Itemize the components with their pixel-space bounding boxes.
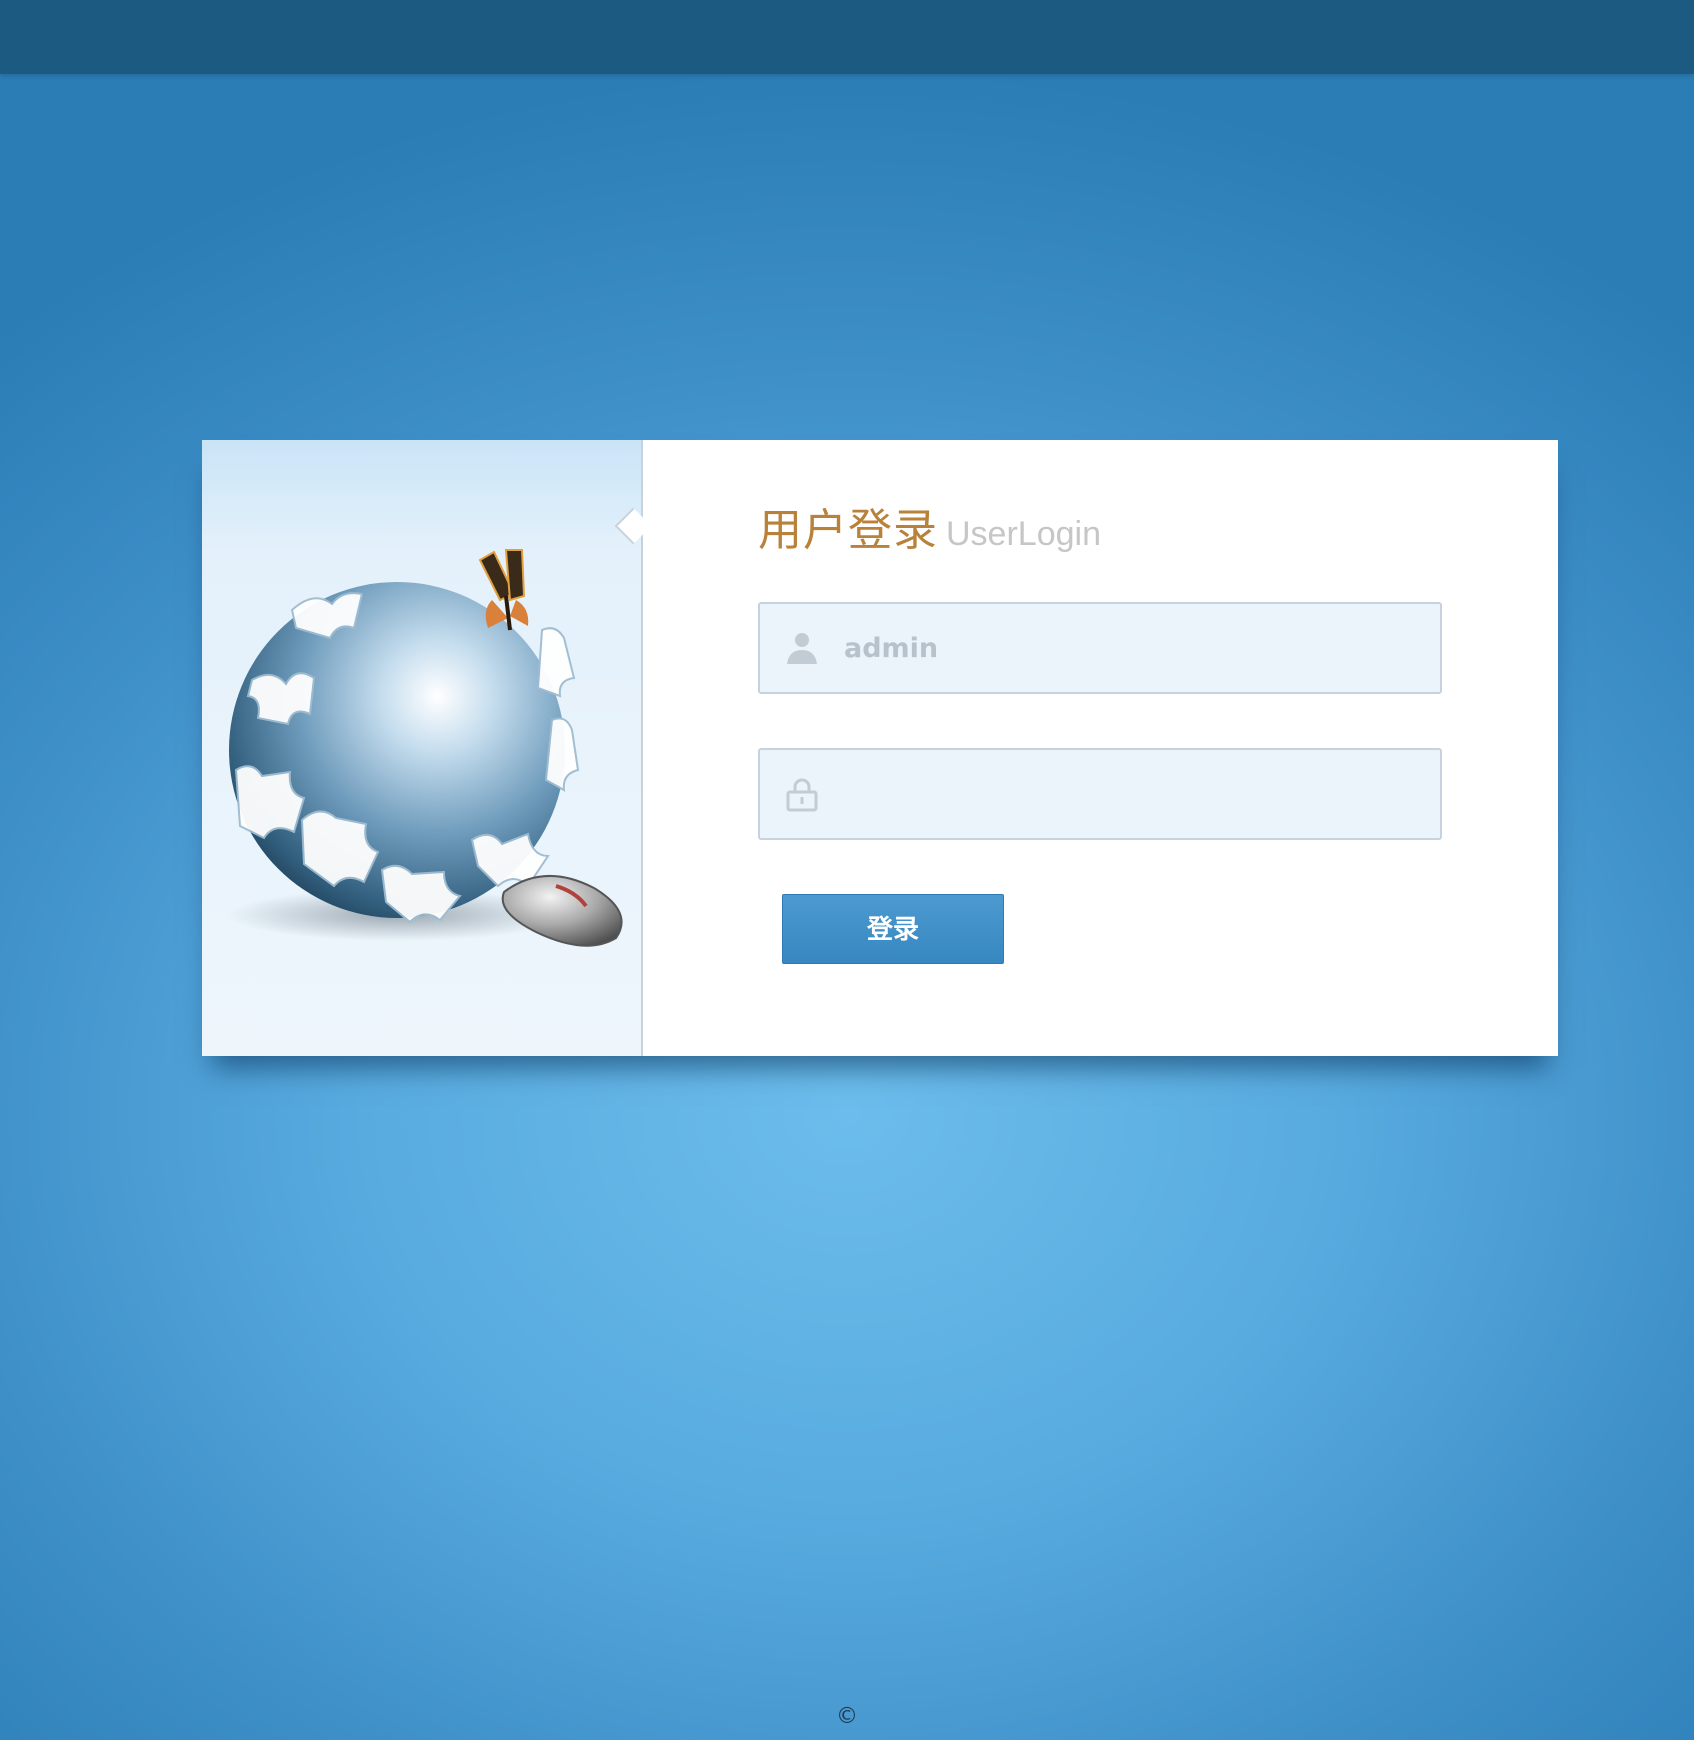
- password-input[interactable]: [844, 750, 1424, 838]
- copyright-text: ©: [836, 1704, 858, 1729]
- username-field[interactable]: [758, 602, 1442, 694]
- lock-icon: [786, 778, 818, 812]
- user-icon: [787, 633, 817, 664]
- password-field[interactable]: [758, 748, 1442, 840]
- illustration-panel: [202, 440, 643, 1056]
- puzzle-globe-icon: [227, 549, 623, 947]
- login-title-cn: 用户登录: [758, 505, 938, 556]
- login-title: 用户登录 UserLogin: [758, 494, 1101, 558]
- login-button[interactable]: 登录: [782, 894, 1004, 964]
- username-input[interactable]: [844, 604, 1424, 692]
- login-card: 用户登录UserLogin 登录: [202, 440, 1558, 1056]
- top-bar: [0, 0, 1694, 74]
- login-title-en: UserLogin: [946, 515, 1101, 553]
